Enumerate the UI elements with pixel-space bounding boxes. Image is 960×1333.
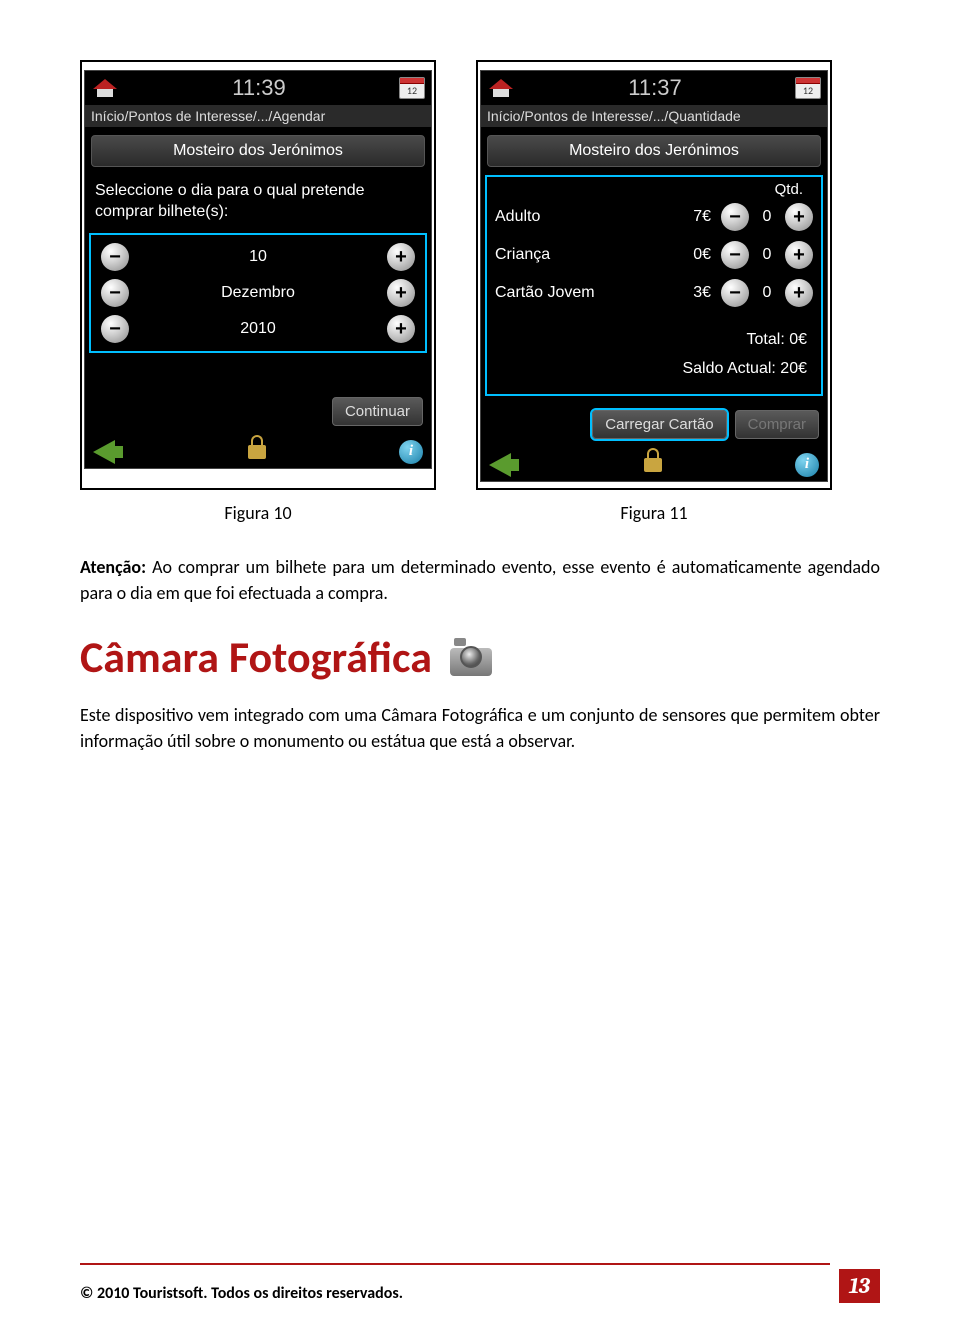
year-value: 2010 [129,320,387,338]
screenshot-figura-11: 11:37 12 Início/Pontos de Interesse/.../… [476,60,832,490]
home-icon[interactable] [91,76,119,100]
month-minus-button[interactable] [101,279,129,307]
clock-text: 11:37 [628,75,681,101]
qty-plus-button[interactable] [785,279,813,307]
qty-minus-button[interactable] [721,279,749,307]
attention-paragraph: Atenção: Ao comprar um bilhete para um d… [80,554,880,606]
action-row: Continuar [85,357,431,434]
attention-label: Atenção: [80,556,146,578]
qty-minus-button[interactable] [721,241,749,269]
page-footer: © 2010 Touristsoft. Todos os direitos re… [80,1269,880,1303]
calendar-icon[interactable]: 12 [399,77,425,99]
row-adulto: Adulto 7€ 0 [487,198,821,236]
ticket-price: 7€ [671,208,711,226]
lock-icon[interactable] [248,445,266,459]
qty-plus-button[interactable] [785,241,813,269]
day-plus-button[interactable] [387,243,415,271]
instruction-text: Seleccione o dia para o qual pretende co… [85,175,431,229]
camera-icon [446,638,496,676]
info-icon[interactable]: i [795,453,819,477]
qty-minus-button[interactable] [721,203,749,231]
qty-plus-button[interactable] [785,203,813,231]
breadcrumb: Início/Pontos de Interesse/.../Quantidad… [481,105,827,127]
ticket-type-label: Adulto [495,208,665,226]
clock-text: 11:39 [232,75,285,101]
date-picker-highlight: 10 Dezembro 2010 [89,233,427,353]
screenshot-figura-10: 11:39 12 Início/Pontos de Interesse/.../… [80,60,436,490]
status-bar: 11:37 12 [481,71,827,105]
phone-screenshots-row: 11:39 12 Início/Pontos de Interesse/.../… [80,60,880,490]
status-bar: 11:39 12 [85,71,431,105]
panel-title: Mosteiro dos Jerónimos [487,135,821,167]
qty-value: 0 [755,246,779,264]
month-row: Dezembro [91,275,425,311]
month-value: Dezembro [129,284,387,302]
section-body: Este dispositivo vem integrado com uma C… [80,702,880,754]
qty-value: 0 [755,208,779,226]
caption-figura-11: Figura 11 [476,502,832,524]
action-row: Carregar Cartão Comprar [481,400,827,447]
ticket-type-label: Criança [495,246,665,264]
ticket-type-label: Cartão Jovem [495,284,665,302]
footer-rule [80,1263,830,1265]
ticket-price: 3€ [671,284,711,302]
breadcrumb: Início/Pontos de Interesse/.../Agendar [85,105,431,127]
copyright-text: © 2010 Touristsoft. Todos os direitos re… [80,1284,403,1303]
heading-row: Câmara Fotográfica [80,630,880,684]
row-cartao-jovem: Cartão Jovem 3€ 0 [487,274,821,312]
day-value: 10 [129,248,387,266]
quantity-highlight: Qtd. Adulto 7€ 0 Criança 0€ 0 Cartão Jov… [485,175,823,396]
carregar-cartao-button[interactable]: Carregar Cartão [592,410,726,439]
qty-value: 0 [755,284,779,302]
captions-row: Figura 10 Figura 11 [80,502,880,524]
panel-title: Mosteiro dos Jerónimos [91,135,425,167]
year-minus-button[interactable] [101,315,129,343]
day-row: 10 [91,239,425,275]
calendar-icon[interactable]: 12 [795,77,821,99]
section-heading: Câmara Fotográfica [80,630,432,684]
info-icon[interactable]: i [399,440,423,464]
back-icon[interactable] [489,453,511,477]
comprar-button[interactable]: Comprar [735,410,819,439]
year-row: 2010 [91,311,425,347]
row-crianca: Criança 0€ 0 [487,236,821,274]
balance-label: Saldo Actual: 20€ [501,355,807,384]
ticket-price: 0€ [671,246,711,264]
bottom-bar: i [481,447,827,481]
year-plus-button[interactable] [387,315,415,343]
bottom-bar: i [85,434,431,468]
home-icon[interactable] [487,76,515,100]
continue-button[interactable]: Continuar [332,397,423,426]
qty-header: Qtd. [487,181,821,198]
back-icon[interactable] [93,440,115,464]
day-minus-button[interactable] [101,243,129,271]
lock-icon[interactable] [644,458,662,472]
attention-body: Ao comprar um bilhete para um determinad… [80,556,880,604]
total-label: Total: 0€ [501,326,807,355]
page-number: 13 [839,1269,880,1303]
totals-block: Total: 0€ Saldo Actual: 20€ [487,312,821,390]
month-plus-button[interactable] [387,279,415,307]
caption-figura-10: Figura 10 [80,502,436,524]
